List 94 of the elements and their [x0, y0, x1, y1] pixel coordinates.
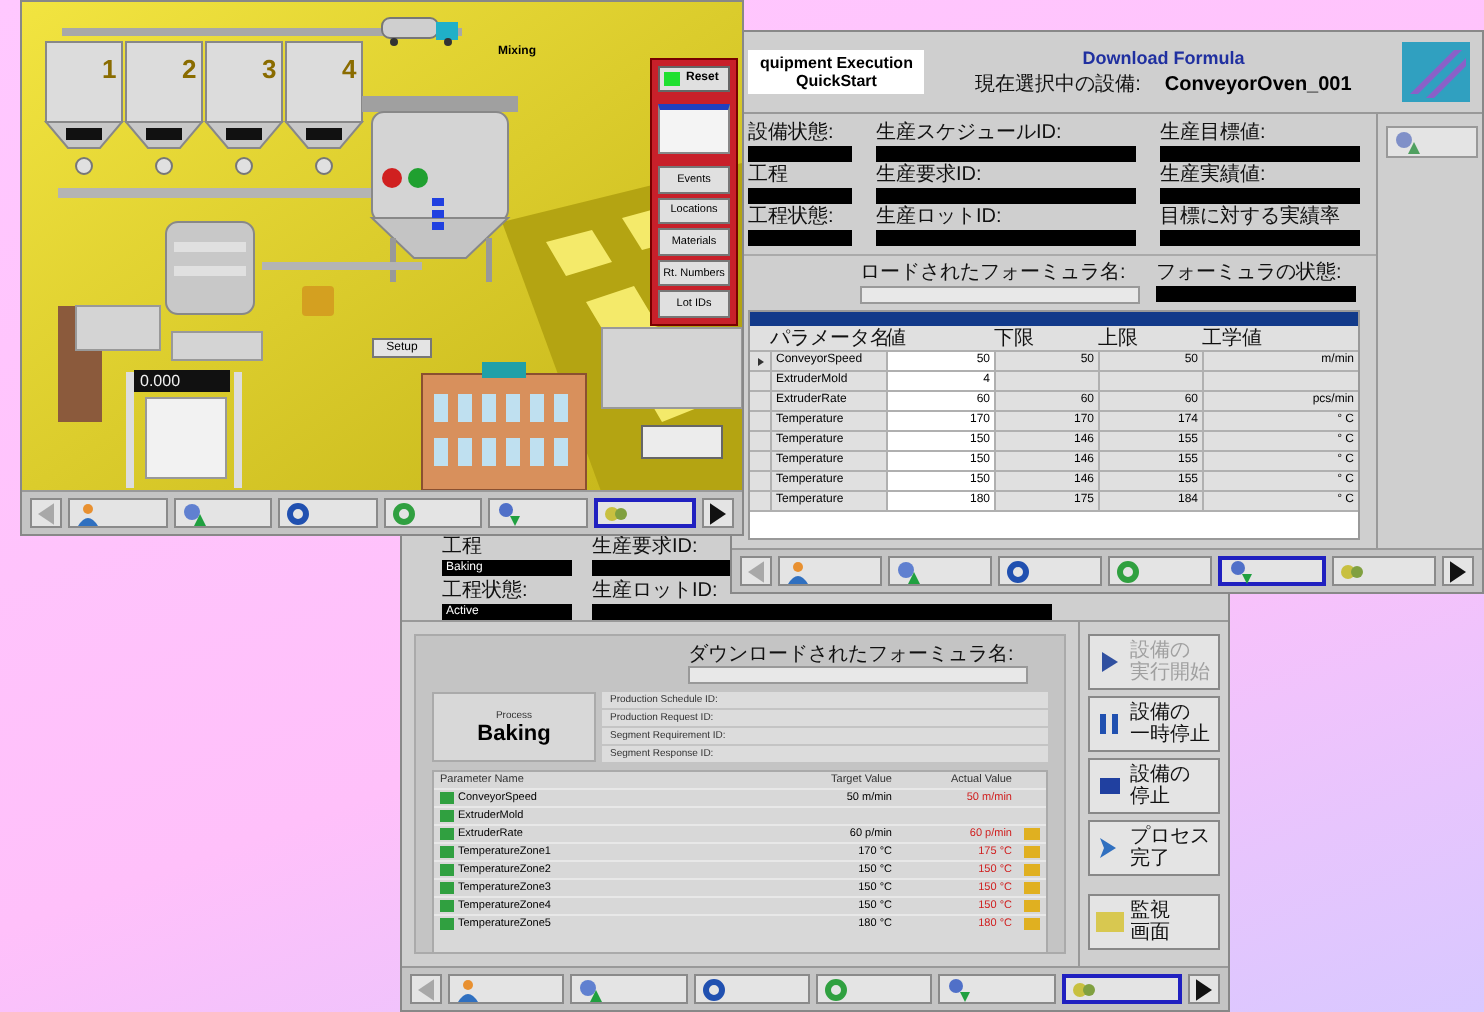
next-arrow-icon — [1450, 559, 1466, 583]
ring-icon — [1116, 559, 1140, 583]
value-box — [748, 188, 852, 204]
gear-icon — [946, 977, 971, 1001]
side-button[interactable]: 監視 画面 — [1088, 894, 1220, 950]
next-arrow-icon — [1195, 977, 1212, 1001]
field-label: ロードされたフォーミュラ名: — [860, 262, 1126, 284]
person-icon — [786, 559, 810, 583]
gears-icon — [1071, 977, 1096, 1001]
info-panel — [171, 331, 263, 361]
side-button[interactable]: プロセス 完了 — [1088, 820, 1220, 876]
toolbar-button[interactable] — [778, 556, 882, 586]
toolbar-button[interactable] — [998, 556, 1102, 586]
toolbar-button[interactable] — [693, 974, 810, 1004]
ring-icon — [701, 977, 726, 1001]
side-button[interactable]: 設備の 一時停止 — [1088, 696, 1220, 752]
field-label: 工程状態: — [748, 206, 834, 228]
gear-icon — [1228, 559, 1252, 583]
silo-number: 2 — [182, 54, 197, 84]
toolbar-button[interactable] — [278, 498, 377, 528]
toolbar-button[interactable] — [68, 498, 167, 528]
silo — [43, 41, 125, 175]
back-arrow-icon — [38, 501, 54, 525]
gears-icon — [603, 501, 627, 525]
barrel — [302, 286, 334, 316]
next-button[interactable] — [1442, 556, 1474, 586]
value-box — [748, 146, 852, 162]
back-arrow-icon — [418, 977, 434, 1001]
person-icon — [456, 977, 480, 1001]
side-button[interactable]: 設備の 停止 — [1088, 758, 1220, 814]
gear-icon — [181, 501, 205, 525]
field-label: ダウンロードされたフォーミュラ名: — [688, 644, 1014, 666]
field-label: 工程状態: — [442, 580, 528, 602]
field-label: フォーミュラの状態: — [1156, 262, 1342, 284]
column-header: 下限 — [994, 327, 1036, 349]
silo-number: 1 — [102, 54, 117, 84]
field-label: 設備状態: — [748, 122, 834, 144]
field-label: 工程 — [442, 536, 482, 558]
ring-icon — [823, 977, 848, 1001]
ring-icon — [286, 501, 310, 525]
gear-icon — [1394, 130, 1422, 154]
field-label: 生産目標値: — [1160, 122, 1266, 144]
field-label: 生産ロットID: — [876, 206, 1002, 228]
toolbar-button[interactable] — [488, 498, 587, 528]
window-thumbnail — [658, 103, 730, 154]
process-name: Baking — [477, 721, 551, 745]
silo — [283, 41, 365, 175]
next-button[interactable] — [702, 498, 734, 528]
person-icon — [76, 501, 100, 525]
gears-icon — [1340, 559, 1364, 583]
column-header: パラメータ名 — [770, 327, 886, 349]
column-header: 工学値 — [1202, 327, 1264, 349]
field-label: 生産要求ID: — [876, 164, 982, 186]
gear-icon — [578, 977, 603, 1001]
column-header: 上限 — [1098, 327, 1140, 349]
logo — [1402, 42, 1470, 102]
current-label: 現在選択中の設備: — [975, 74, 1141, 96]
field-label: 生産スケジュールID: — [876, 122, 1062, 144]
plant-thumbnail-icon — [1096, 908, 1124, 936]
ring-icon — [391, 501, 415, 525]
back-arrow-icon — [748, 559, 764, 583]
value-box — [748, 230, 852, 246]
brand-title: quipment Execution — [760, 54, 913, 72]
stop-icon — [1096, 772, 1124, 800]
silo-number: 3 — [262, 54, 277, 84]
ring-icon — [1006, 559, 1030, 583]
toolbar-button[interactable] — [1061, 974, 1182, 1004]
column-header: 値 — [886, 327, 908, 349]
toolbar-button[interactable] — [448, 974, 565, 1004]
gear-icon — [496, 501, 520, 525]
field-label: 生産実績値: — [1160, 164, 1266, 186]
current-equipment: ConveyorOven_001 — [1164, 74, 1352, 96]
gear-icon — [896, 559, 920, 583]
silo — [123, 41, 205, 175]
toolbar-button[interactable] — [593, 498, 696, 528]
silo-number: 4 — [342, 54, 357, 84]
toolbar-button[interactable] — [1218, 556, 1326, 586]
screen-title: Download Formula — [1082, 48, 1245, 68]
next-arrow-icon — [710, 501, 726, 525]
tanker-truck — [381, 17, 458, 46]
silo — [203, 41, 285, 175]
field-label: 工程 — [748, 164, 788, 186]
toolbar-button[interactable] — [938, 974, 1056, 1004]
storage-tank — [165, 221, 255, 315]
brand-subtitle: QuickStart — [795, 72, 877, 90]
side-button[interactable] — [1386, 126, 1478, 158]
info-panel — [75, 305, 161, 351]
dialog-button[interactable] — [641, 425, 723, 459]
field-label: 生産要求ID: — [592, 536, 698, 558]
field-label: 生産ロットID: — [592, 580, 718, 602]
scale-reading: 0.000 — [134, 370, 230, 392]
pause-icon — [1096, 710, 1124, 738]
next-button[interactable] — [1187, 974, 1220, 1004]
field-label: 目標に対する実績率 — [1160, 206, 1340, 228]
